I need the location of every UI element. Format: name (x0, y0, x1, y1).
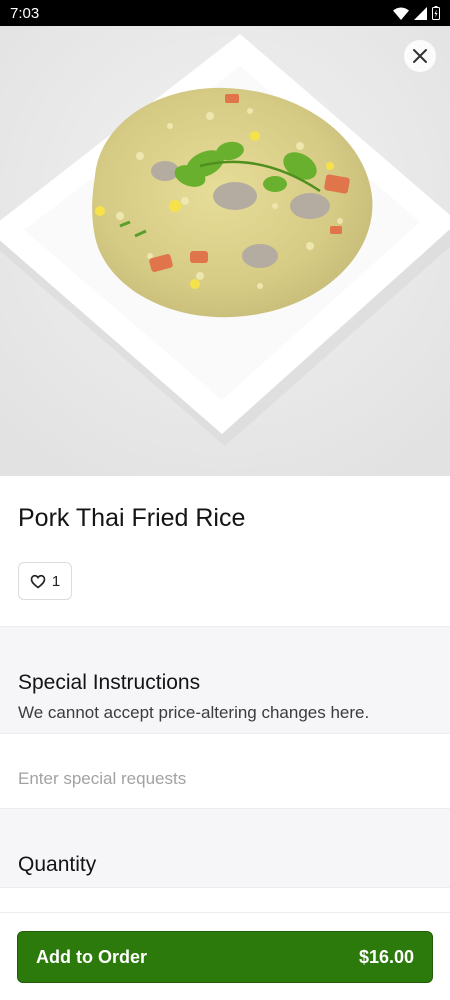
add-to-order-button[interactable]: Add to Order $16.00 (17, 931, 433, 983)
add-to-order-label: Add to Order (36, 946, 147, 967)
battery-icon (432, 6, 440, 20)
item-title: Pork Thai Fried Rice (18, 504, 246, 532)
like-count: 1 (51, 572, 61, 590)
special-instructions-title: Special Instructions (18, 671, 201, 694)
quantity-title: Quantity (18, 853, 97, 876)
heart-icon (30, 574, 46, 589)
wifi-icon (393, 7, 409, 20)
fried-rice-photo (0, 26, 450, 476)
close-icon (413, 49, 427, 63)
order-price: $16.00 (358, 946, 414, 967)
signal-icon (414, 6, 427, 20)
status-bar: 7:03 (0, 0, 450, 26)
close-button[interactable] (404, 40, 436, 72)
like-button[interactable]: 1 (18, 562, 72, 600)
status-icons (393, 6, 440, 20)
status-time: 7:03 (10, 4, 40, 22)
special-instructions-subtitle: We cannot accept price-altering changes … (18, 703, 370, 722)
bottom-bar-divider (0, 912, 450, 913)
divider (0, 887, 450, 888)
item-image (0, 26, 450, 476)
special-requests-input[interactable] (0, 734, 450, 808)
